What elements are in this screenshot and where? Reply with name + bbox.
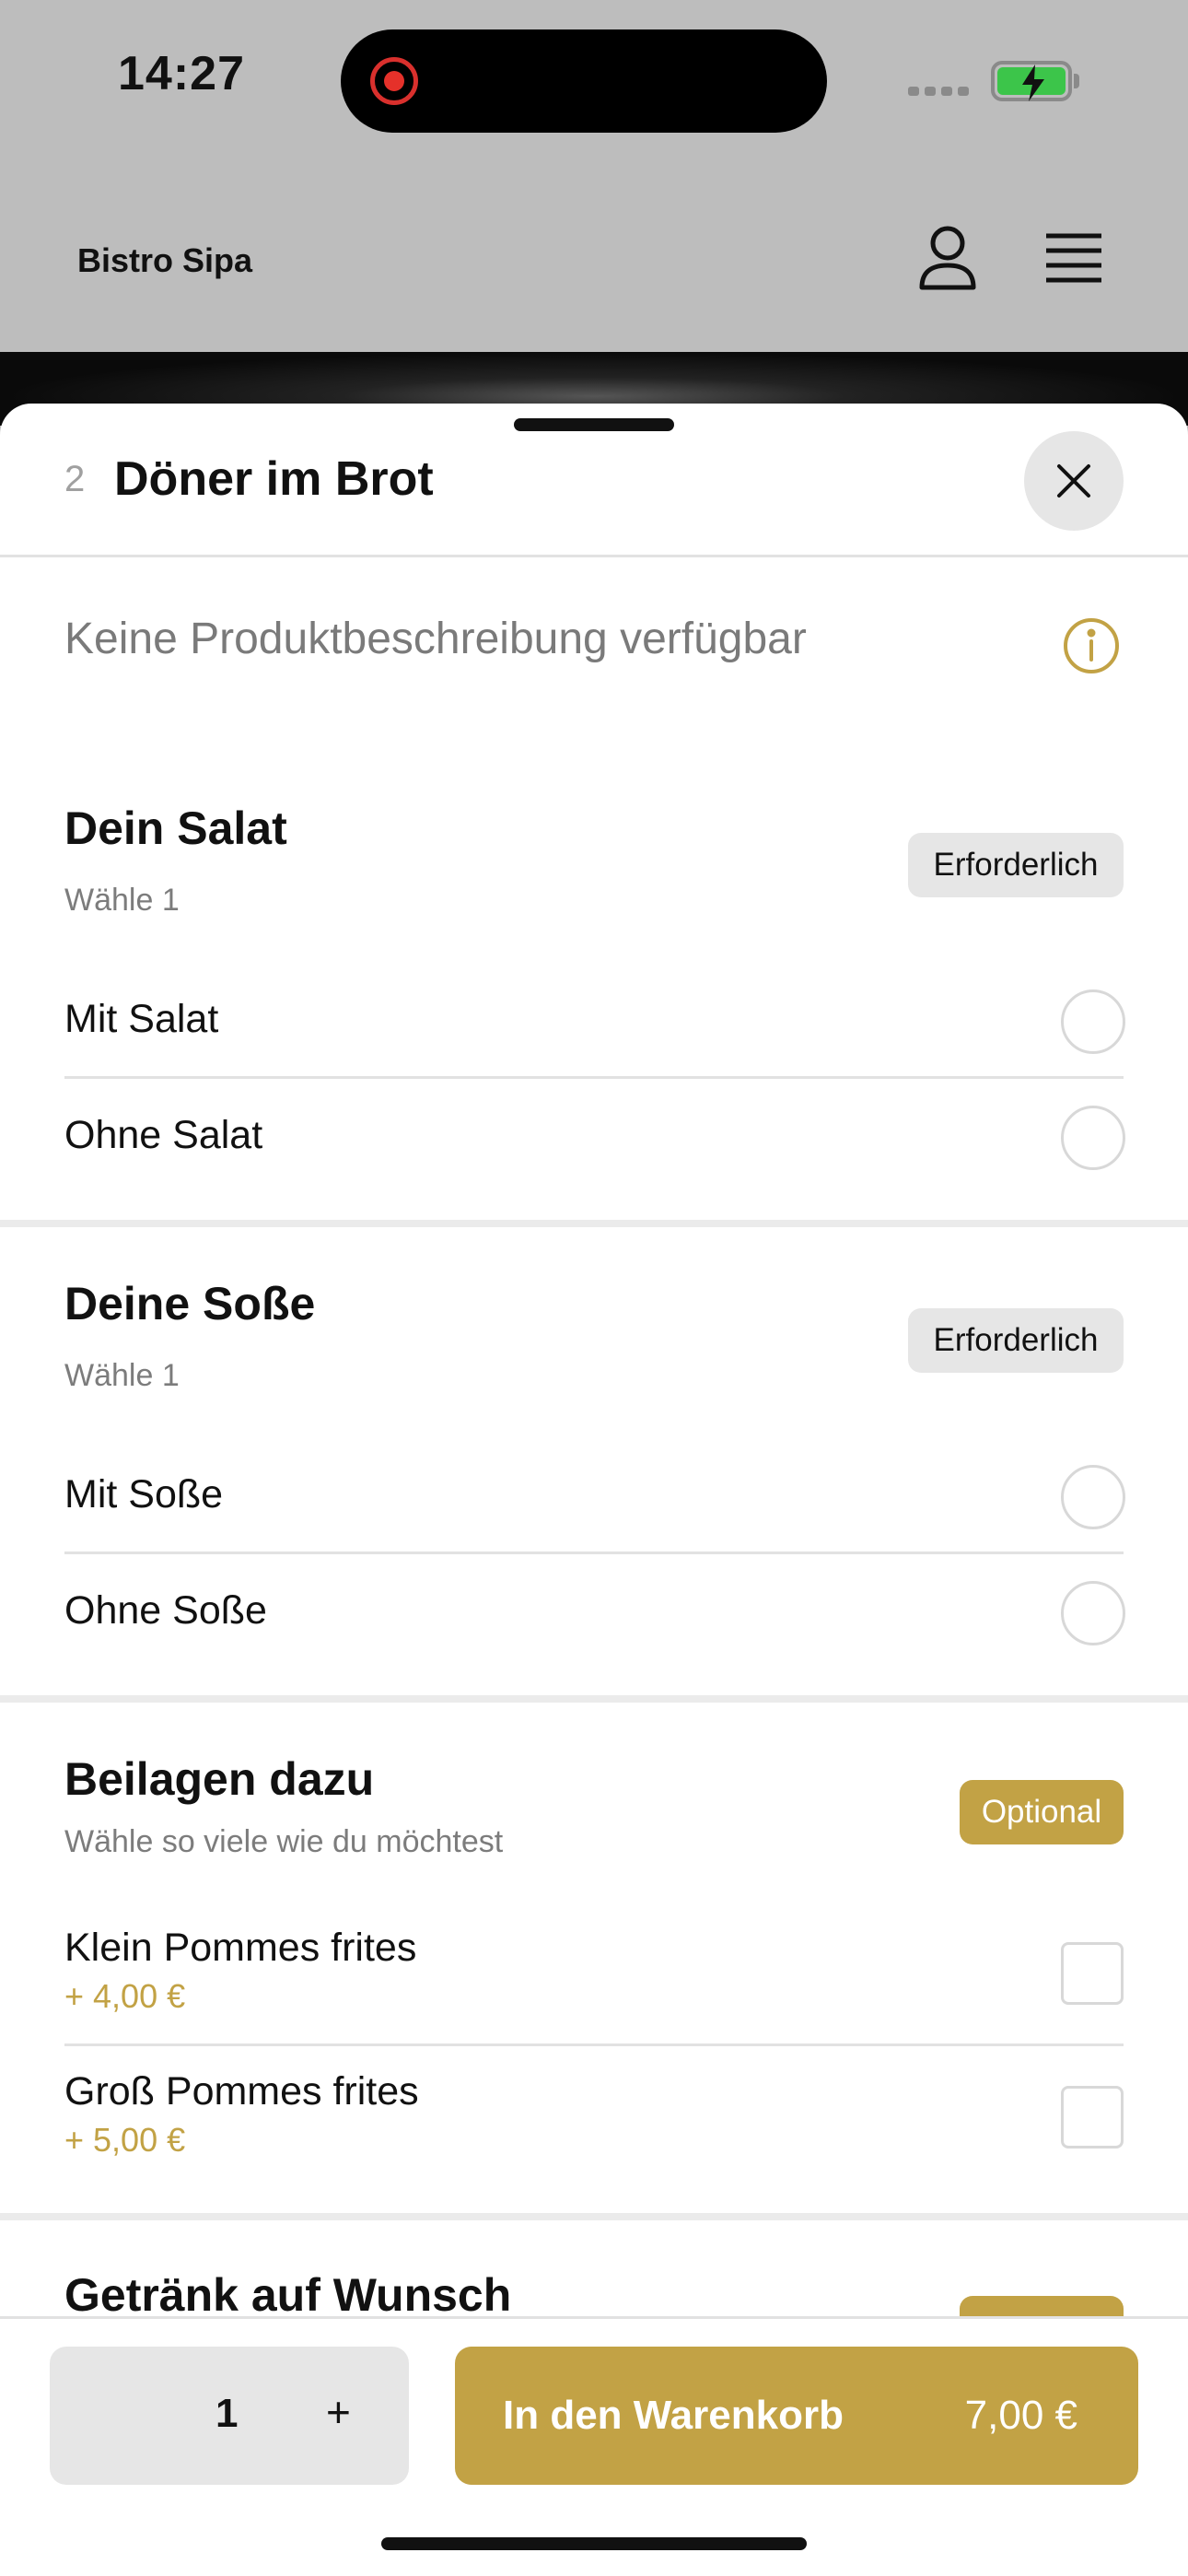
checkbox-klein-pommes[interactable] [1061, 1942, 1124, 2005]
radio-mit-salat[interactable] [1061, 989, 1125, 1054]
option-price-gross-pommes: + 5,00 € [64, 2121, 186, 2159]
sheet-grabber[interactable] [514, 418, 674, 431]
divider [64, 1076, 1124, 1079]
info-icon[interactable] [1063, 617, 1120, 679]
battery-charging-icon [991, 61, 1072, 101]
group-title-getraenk: Getränk auf Wunsch [64, 2269, 512, 2321]
product-number: 2 [64, 459, 86, 499]
section-separator [0, 1695, 1188, 1703]
cellular-signal-icon [908, 87, 969, 96]
option-gross-pommes[interactable]: Groß Pommes frites [64, 2069, 419, 2114]
quantity-plus-button[interactable]: + [326, 2387, 351, 2437]
add-to-cart-button[interactable]: In den Warenkorb 7,00 € [455, 2347, 1138, 2485]
option-mit-salat[interactable]: Mit Salat [64, 997, 218, 1042]
required-badge: Erforderlich [908, 1308, 1124, 1373]
radio-ohne-sosse[interactable] [1061, 1581, 1125, 1645]
group-title-salat: Dein Salat [64, 802, 287, 854]
radio-mit-sosse[interactable] [1061, 1465, 1125, 1529]
product-title: Döner im Brot [114, 452, 434, 506]
quantity-value: 1 [215, 2391, 239, 2436]
section-separator [0, 1220, 1188, 1227]
group-subtitle-sosse: Wähle 1 [64, 1358, 180, 1393]
required-badge: Erforderlich [908, 833, 1124, 897]
product-sheet: 2 Döner im Brot Keine Produktbeschreibun… [0, 404, 1188, 2576]
checkbox-gross-pommes[interactable] [1061, 2086, 1124, 2149]
home-indicator[interactable] [381, 2537, 807, 2550]
option-klein-pommes[interactable]: Klein Pommes frites [64, 1926, 416, 1971]
recording-indicator-icon [370, 57, 418, 105]
user-account-icon[interactable] [917, 225, 978, 296]
radio-ohne-salat[interactable] [1061, 1106, 1125, 1170]
option-mit-sosse[interactable]: Mit Soße [64, 1472, 223, 1517]
close-icon [1057, 464, 1090, 498]
option-price-klein-pommes: + 4,00 € [64, 1977, 186, 2015]
battery-tip [1074, 74, 1079, 88]
add-to-cart-price: 7,00 € [964, 2393, 1077, 2438]
group-title-sosse: Deine Soße [64, 1278, 316, 1329]
option-ohne-salat[interactable]: Ohne Salat [64, 1113, 262, 1158]
group-subtitle-beilagen: Wähle so viele wie du möchtest [64, 1824, 504, 1859]
quantity-stepper[interactable]: 1 + [50, 2347, 409, 2485]
divider [64, 2043, 1124, 2046]
divider [64, 1551, 1124, 1554]
close-button[interactable] [1024, 431, 1124, 531]
add-to-cart-label: In den Warenkorb [503, 2393, 844, 2438]
dynamic-island [341, 29, 827, 133]
group-subtitle-salat: Wähle 1 [64, 883, 180, 918]
section-separator [0, 2213, 1188, 2220]
group-title-beilagen: Beilagen dazu [64, 1753, 375, 1805]
hamburger-menu-icon[interactable] [1044, 232, 1103, 290]
divider [0, 555, 1188, 557]
product-description: Keine Produktbeschreibung verfügbar [64, 615, 807, 663]
status-time: 14:27 [118, 47, 245, 100]
optional-badge: Optional [960, 1780, 1124, 1844]
brand-name[interactable]: Bistro Sipa [77, 241, 252, 280]
option-ohne-sosse[interactable]: Ohne Soße [64, 1588, 267, 1633]
